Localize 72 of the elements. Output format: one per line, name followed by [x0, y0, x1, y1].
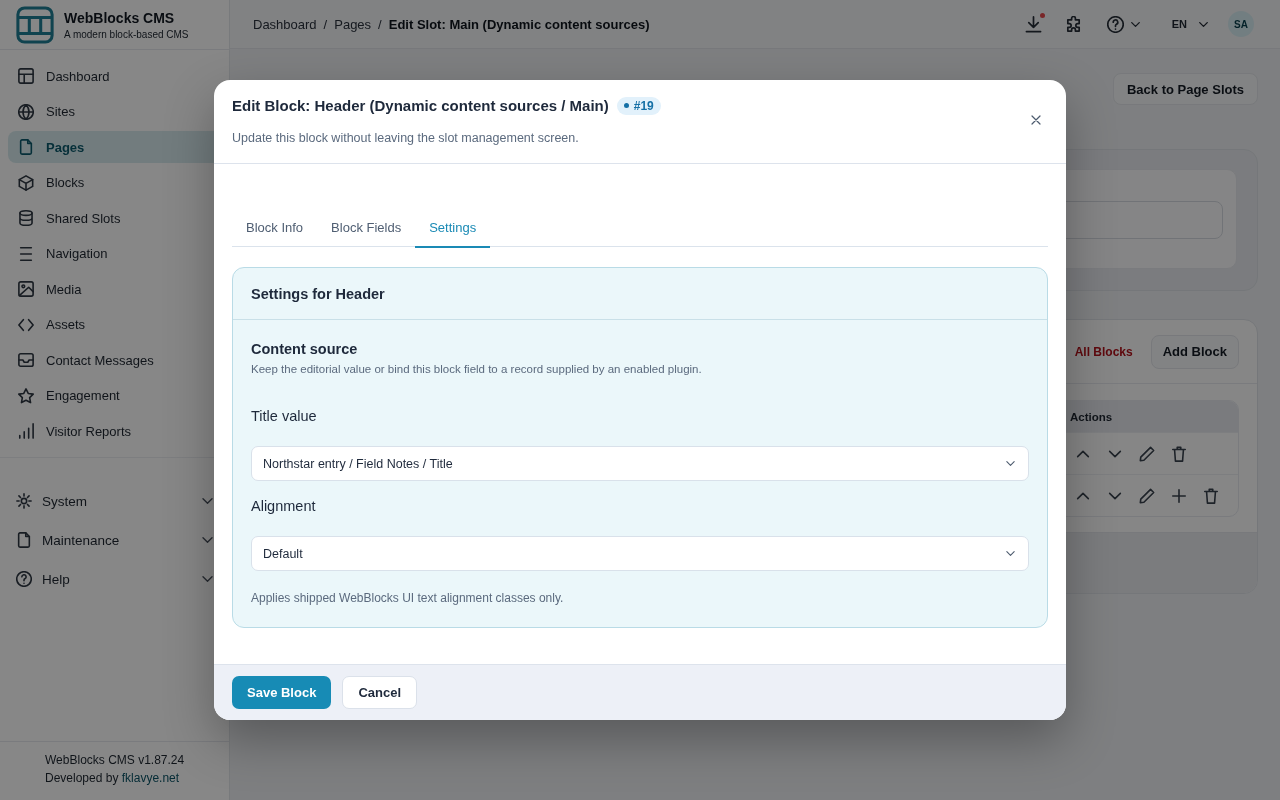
breadcrumb-separator: /	[323, 16, 328, 32]
document-icon	[18, 139, 34, 155]
developer-credit: Developed by fklavye.net	[45, 771, 181, 785]
brand-tagline: A modern block-based CMS	[64, 28, 189, 40]
document-icon	[16, 532, 32, 548]
plus-icon[interactable]	[1171, 487, 1187, 504]
nav-group[interactable]: Maintenance	[8, 522, 221, 558]
add-block-button[interactable]: Add Block	[1150, 334, 1239, 369]
badge-label: #19	[633, 98, 654, 113]
puzzle-icon[interactable]	[1064, 15, 1082, 33]
column-header: Actions	[1069, 410, 1114, 423]
dialog-subtitle: Update this block without leaving the slot management screen.	[232, 130, 580, 145]
version-text: WebBlocks CMS v1.87.24	[45, 753, 186, 767]
brand-title: WebBlocks CMS	[64, 9, 176, 26]
caret-icon[interactable]	[1130, 21, 1140, 27]
nav-group[interactable]: Help	[8, 561, 221, 597]
section-description: Keep the editorial value or bind this block field to a record supplied by an enabled plugin.	[251, 362, 703, 378]
user-avatar[interactable]: SA	[1228, 11, 1254, 37]
trash-icon[interactable]	[1203, 487, 1219, 504]
trash-icon[interactable]	[1171, 445, 1187, 462]
help-text: Applies shipped WebBlocks UI text alignment classes only.	[251, 590, 565, 607]
nav-item[interactable]: Navigation	[8, 237, 229, 270]
list-icon	[18, 245, 34, 262]
status-dot-icon	[623, 103, 629, 109]
developer-link[interactable]: fklavye.net	[121, 771, 180, 785]
section-title: Content source	[251, 340, 359, 360]
cube-icon	[18, 174, 34, 191]
database-icon	[18, 210, 34, 226]
field-label: Alignment	[251, 497, 317, 517]
star-icon	[18, 387, 34, 404]
nav-item[interactable]: Shared Slots	[8, 202, 229, 234]
logo-icon	[16, 5, 54, 44]
field-label: Title value	[251, 407, 318, 427]
back-button[interactable]: Back to Page Slots	[1112, 73, 1258, 105]
code-icon	[18, 316, 34, 333]
save-button[interactable]: Save Block	[232, 676, 332, 710]
select-field[interactable]: Northstar entry / Field Notes / Title	[251, 446, 1029, 482]
breadcrumb-link[interactable]: Dashboard	[253, 16, 317, 32]
nav-item[interactable]: Blocks	[8, 166, 229, 199]
gear-icon	[16, 493, 32, 509]
language-selector[interactable]: EN	[1171, 18, 1208, 30]
dashboard-icon	[18, 68, 34, 84]
nav-item[interactable]: Assets	[8, 308, 229, 341]
tab[interactable]: Block Fields	[317, 209, 416, 248]
image-icon	[18, 281, 34, 297]
help-icon[interactable]	[1106, 15, 1124, 33]
nav-item[interactable]: Contact Messages	[8, 344, 229, 376]
close-icon[interactable]	[1030, 114, 1042, 127]
breadcrumb-link[interactable]: Pages	[334, 16, 372, 32]
download-icon[interactable]	[1024, 15, 1042, 33]
breadcrumb-separator: /	[378, 16, 382, 32]
tab[interactable]: Settings	[415, 209, 491, 248]
globe-icon	[18, 103, 34, 120]
dialog-title: Edit Block: Header (Dynamic content sources / Main)	[232, 95, 609, 116]
nav-item[interactable]: Visitor Reports	[8, 415, 229, 447]
nav-item[interactable]: Dashboard	[8, 60, 229, 92]
panel-title: Settings for Header	[251, 285, 385, 302]
inbox-icon	[18, 352, 34, 368]
pencil-icon[interactable]	[1139, 445, 1155, 462]
pencil-icon[interactable]	[1139, 487, 1155, 504]
select-field[interactable]: Default	[251, 536, 1029, 572]
bar-chart-icon	[18, 423, 34, 439]
breadcrumb-current: Edit Slot: Main (Dynamic content sources)	[388, 16, 650, 32]
nav-item[interactable]: Media	[8, 273, 229, 305]
nav-group[interactable]: System	[8, 483, 221, 519]
help-icon	[16, 571, 32, 587]
all-blocks-link[interactable]: All Blocks	[1074, 344, 1133, 359]
nav-item[interactable]: Sites	[8, 95, 229, 128]
tab[interactable]: Block Info	[232, 209, 318, 248]
caret-icon	[1199, 21, 1208, 27]
cancel-button[interactable]: Cancel	[342, 676, 417, 710]
nav-item[interactable]: Engagement	[8, 379, 229, 412]
